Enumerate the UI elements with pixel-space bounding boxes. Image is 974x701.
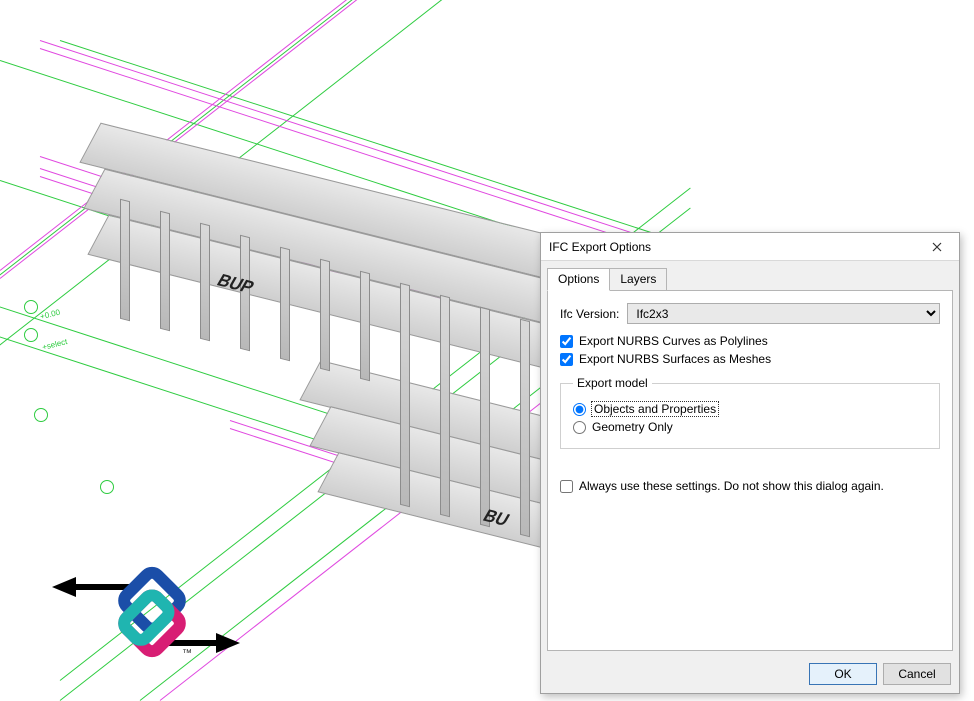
close-icon [932, 242, 942, 252]
dialog-footer: OK Cancel [541, 657, 959, 693]
ifc-version-dropdown[interactable]: Ifc2x3 [627, 303, 940, 324]
checkbox-always-use-settings[interactable] [560, 480, 573, 493]
export-model-legend: Export model [573, 376, 652, 390]
checkbox-nurbs-curves[interactable] [560, 335, 573, 348]
cancel-button[interactable]: Cancel [883, 663, 951, 685]
ifc-export-dialog: IFC Export Options Options Layers Ifc Ve… [540, 232, 960, 694]
label-nurbs-curves: Export NURBS Curves as Polylines [579, 334, 768, 348]
dialog-titlebar[interactable]: IFC Export Options [541, 233, 959, 261]
label-always-use-settings: Always use these settings. Do not show t… [579, 479, 884, 493]
label-objects-properties: Objects and Properties [592, 402, 718, 416]
ok-button[interactable]: OK [809, 663, 877, 685]
tab-content-options: Ifc Version: Ifc2x3 Export NURBS Curves … [547, 290, 953, 651]
checkbox-nurbs-surfaces[interactable] [560, 353, 573, 366]
label-nurbs-surfaces: Export NURBS Surfaces as Meshes [579, 352, 771, 366]
tab-options[interactable]: Options [547, 268, 610, 291]
ifc-version-label: Ifc Version: [560, 307, 619, 321]
tabstrip: Options Layers [541, 261, 959, 290]
bim-logo: ™ [52, 560, 232, 670]
export-model-group: Export model Objects and Properties Geom… [560, 376, 940, 449]
radio-geometry-only[interactable] [573, 421, 586, 434]
trademark: ™ [182, 648, 192, 659]
label-geometry-only: Geometry Only [592, 420, 673, 434]
close-button[interactable] [921, 236, 953, 258]
radio-objects-properties[interactable] [573, 403, 586, 416]
dialog-title: IFC Export Options [549, 240, 651, 254]
tab-layers[interactable]: Layers [609, 268, 667, 291]
